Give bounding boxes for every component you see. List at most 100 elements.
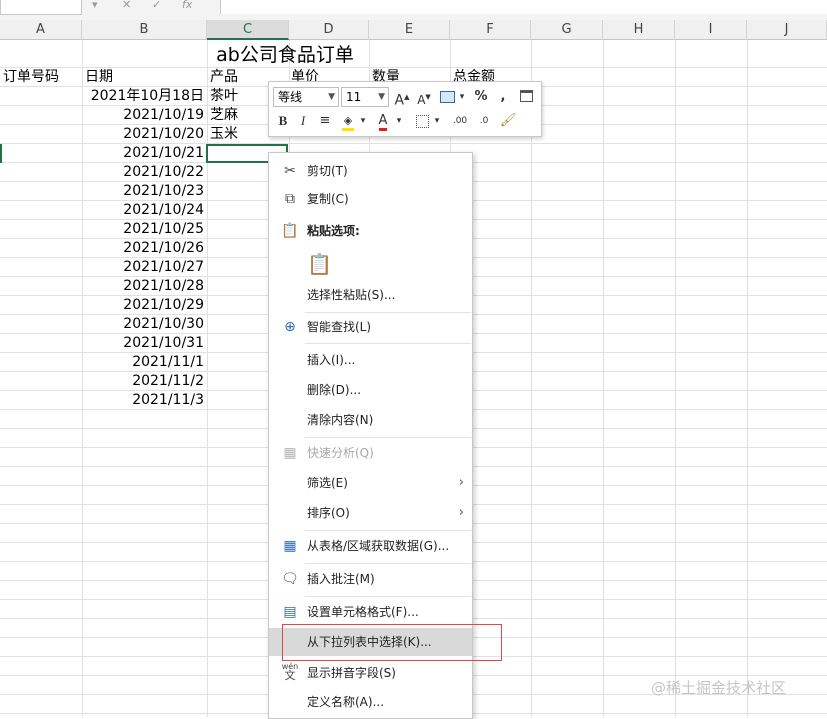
mini-toolbar: 等线 ▼ 11 ▼ A▲ A▼ ▾ % , B I ≡ ◈ ▾ A ▾ ▾ .0… bbox=[268, 81, 542, 137]
grid-line-vertical bbox=[747, 40, 748, 717]
menu-item-delete[interactable]: 删除(D)... bbox=[269, 377, 472, 403]
date-cell[interactable]: 2021/10/21 bbox=[84, 144, 204, 163]
menu-item-clear-contents[interactable]: 清除内容(N) bbox=[269, 407, 472, 433]
grow-font-button[interactable]: A▲ bbox=[393, 87, 411, 109]
date-cell[interactable]: 2021/10/31 bbox=[84, 334, 204, 353]
grid-line-vertical bbox=[82, 40, 83, 717]
fill-color-button[interactable]: ◈ bbox=[339, 111, 357, 131]
menu-item-cut[interactable]: ✂ 剪切(T) bbox=[269, 158, 472, 184]
date-cell[interactable]: 2021/10/23 bbox=[84, 182, 204, 201]
menu-item-format-cells[interactable]: ▤ 设置单元格格式(F)... bbox=[269, 599, 472, 625]
cancel-icon[interactable]: ✕ bbox=[122, 0, 131, 11]
font-color-button[interactable]: A bbox=[375, 111, 391, 131]
menu-item-insert-comment[interactable]: 🗨 插入批注(M) bbox=[269, 566, 472, 592]
dropdown-icon[interactable]: ▾ bbox=[92, 0, 98, 11]
format-painter-button[interactable]: 🖌 bbox=[499, 111, 517, 131]
column-header-e[interactable]: E bbox=[369, 20, 450, 40]
date-cell[interactable]: 2021/10/30 bbox=[84, 315, 204, 334]
sheet-title[interactable]: ab公司食品订单 bbox=[120, 43, 450, 67]
menu-item-paste-options: 📋 粘贴选项: bbox=[269, 218, 472, 244]
enter-icon[interactable]: ✓ bbox=[152, 0, 161, 11]
date-cell[interactable]: 2021/11/1 bbox=[84, 353, 204, 372]
comma-button[interactable]: , bbox=[497, 87, 509, 107]
date-cell[interactable]: 2021/10/24 bbox=[84, 201, 204, 220]
increase-decimal-icon: .00 bbox=[452, 116, 468, 126]
column-header-b[interactable]: B bbox=[82, 20, 207, 40]
comment-icon: 🗨 bbox=[281, 571, 299, 587]
font-name-combo[interactable]: 等线 ▼ bbox=[273, 87, 339, 107]
font-size-value: 11 bbox=[346, 90, 362, 104]
paste-clipboard-icon: 📋 bbox=[307, 252, 332, 276]
row-selection-marker bbox=[0, 144, 2, 163]
date-cell[interactable]: 2021年10月18日 bbox=[84, 87, 204, 106]
date-cell[interactable]: 2021/10/20 bbox=[84, 125, 204, 144]
chevron-right-icon: › bbox=[458, 475, 464, 490]
product-cell[interactable]: 玉米 bbox=[210, 125, 270, 144]
bold-button[interactable]: B bbox=[275, 111, 291, 131]
menu-item-filter[interactable]: 筛选(E) › bbox=[269, 470, 472, 496]
menu-item-label: 设置单元格格式(F)... bbox=[307, 605, 419, 619]
date-cell[interactable]: 2021/10/19 bbox=[84, 106, 204, 125]
column-header-j[interactable]: J bbox=[747, 20, 827, 40]
paste-button[interactable]: 📋 bbox=[269, 248, 472, 278]
header-order-number[interactable]: 订单号码 bbox=[3, 68, 81, 87]
paintbrush-icon: 🖌 bbox=[499, 113, 517, 128]
date-cell[interactable]: 2021/10/29 bbox=[84, 296, 204, 315]
borders-button[interactable] bbox=[413, 111, 431, 131]
menu-item-label: 排序(O) bbox=[307, 506, 350, 520]
format-cells-icon: ▤ bbox=[283, 604, 297, 620]
menu-item-smart-lookup[interactable]: ⊕ 智能查找(L) bbox=[269, 314, 472, 340]
column-header-d[interactable]: D bbox=[289, 20, 369, 40]
italic-button[interactable]: I bbox=[296, 111, 310, 131]
shrink-font-button[interactable]: A▼ bbox=[415, 87, 433, 107]
align-center-icon: ≡ bbox=[319, 113, 331, 128]
column-header-i[interactable]: I bbox=[675, 20, 747, 40]
column-header-a[interactable]: A bbox=[0, 20, 82, 40]
chevron-right-icon: › bbox=[458, 505, 464, 520]
date-cell[interactable]: 2021/10/22 bbox=[84, 163, 204, 182]
name-box[interactable] bbox=[0, 0, 82, 15]
font-size-combo[interactable]: 11 ▼ bbox=[341, 87, 389, 107]
date-cell[interactable]: 2021/10/28 bbox=[84, 277, 204, 296]
menu-separator bbox=[305, 343, 471, 344]
chevron-down-icon[interactable]: ▾ bbox=[458, 87, 466, 107]
grow-font-icon: A bbox=[394, 92, 405, 109]
column-header-c[interactable]: C bbox=[207, 20, 289, 40]
column-header-h[interactable]: H bbox=[603, 20, 675, 40]
menu-item-insert[interactable]: 插入(I)... bbox=[269, 347, 472, 373]
menu-item-get-data-from-table[interactable]: ▦ 从表格/区域获取数据(G)... bbox=[269, 533, 472, 559]
menu-item-sort[interactable]: 排序(O) › bbox=[269, 500, 472, 526]
chevron-down-icon[interactable]: ▾ bbox=[395, 111, 403, 131]
font-color-icon: A bbox=[378, 114, 388, 131]
chevron-down-icon[interactable]: ▾ bbox=[433, 111, 441, 131]
function-icon[interactable]: fx bbox=[182, 0, 192, 11]
increase-decimal-button[interactable]: .00 bbox=[449, 111, 471, 131]
cell-style-button[interactable] bbox=[437, 87, 457, 107]
menu-item-label: 筛选(E) bbox=[307, 476, 348, 490]
menu-item-copy[interactable]: ⧉ 复制(C) bbox=[269, 186, 472, 212]
menu-item-paste-special[interactable]: 选择性粘贴(S)... bbox=[269, 282, 472, 308]
merge-center-button[interactable] bbox=[517, 87, 535, 107]
product-cell[interactable]: 茶叶 bbox=[210, 87, 270, 106]
format-painter-style-icon bbox=[439, 91, 455, 103]
column-header-g[interactable]: G bbox=[531, 20, 603, 40]
column-header-f[interactable]: F bbox=[450, 20, 531, 40]
align-center-button[interactable]: ≡ bbox=[317, 111, 333, 131]
date-cell[interactable]: 2021/10/27 bbox=[84, 258, 204, 277]
menu-item-label: 智能查找(L) bbox=[307, 320, 372, 334]
font-name-value: 等线 bbox=[278, 90, 303, 104]
percent-button[interactable]: % bbox=[473, 87, 489, 107]
date-cell[interactable]: 2021/10/26 bbox=[84, 239, 204, 258]
date-cell[interactable]: 2021/11/2 bbox=[84, 372, 204, 391]
date-cell[interactable]: 2021/10/25 bbox=[84, 220, 204, 239]
copy-icon: ⧉ bbox=[285, 191, 295, 207]
product-cell[interactable]: 芝麻 bbox=[210, 106, 270, 125]
header-date[interactable]: 日期 bbox=[85, 68, 205, 87]
menu-item-show-phonetic[interactable]: wén 文 显示拼音字段(S) bbox=[269, 660, 472, 686]
chevron-down-icon[interactable]: ▾ bbox=[359, 111, 367, 131]
date-cell[interactable]: 2021/11/3 bbox=[84, 391, 204, 410]
formula-input[interactable] bbox=[220, 0, 827, 14]
menu-item-define-name[interactable]: 定义名称(A)... bbox=[269, 689, 472, 715]
menu-item-quick-analysis[interactable]: ▦ 快速分析(Q) bbox=[269, 440, 472, 466]
decrease-decimal-button[interactable]: .0 bbox=[473, 111, 495, 131]
